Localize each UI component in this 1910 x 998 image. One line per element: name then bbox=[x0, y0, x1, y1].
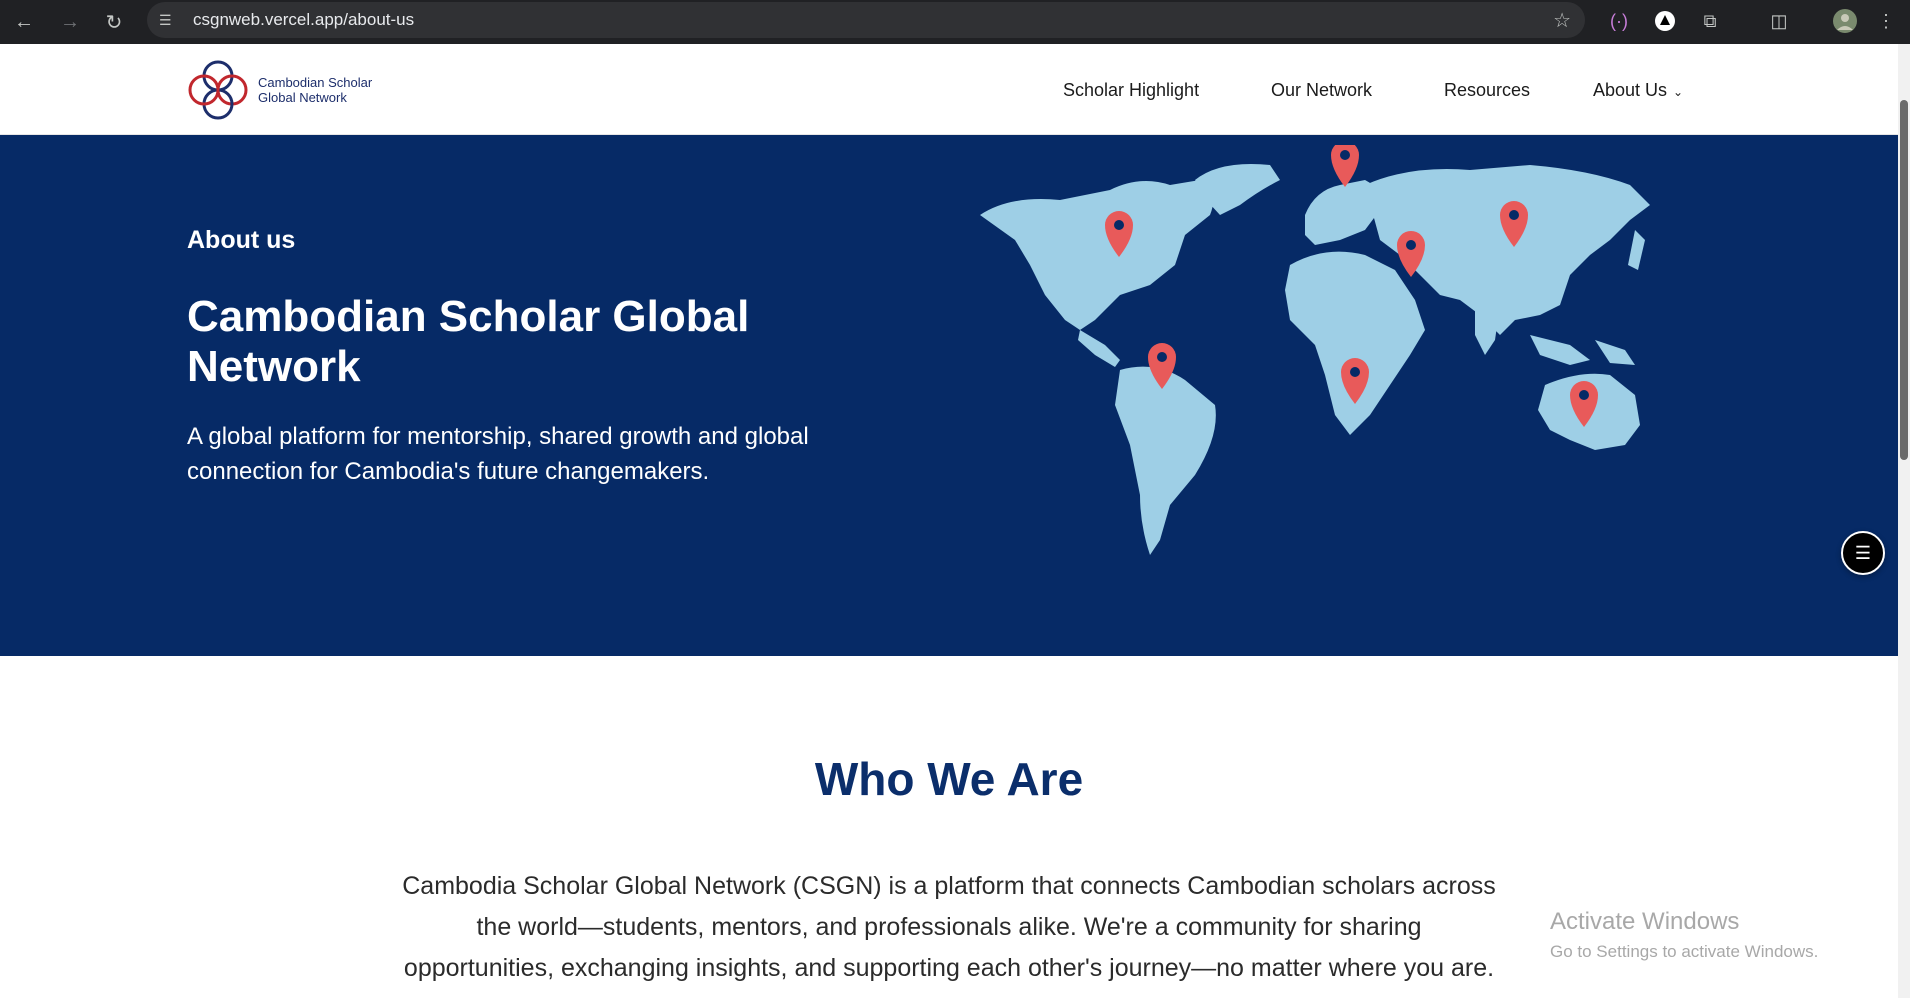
hero-section: About us Cambodian Scholar Global Networ… bbox=[0, 135, 1898, 656]
address-bar[interactable]: ☰ csgnweb.vercel.app/about-us ☆ bbox=[147, 2, 1585, 38]
watermark-line-1: Activate Windows bbox=[1550, 908, 1740, 935]
extensions-puzzle-icon[interactable]: ⧉ bbox=[1695, 6, 1725, 36]
logo-text: Cambodian Scholar Global Network bbox=[258, 75, 372, 105]
nav-scholar-highlight[interactable]: Scholar Highlight bbox=[1063, 80, 1199, 101]
scrollbar-thumb[interactable] bbox=[1900, 100, 1908, 460]
hero-title: Cambodian Scholar Global Network bbox=[187, 292, 750, 391]
nav-resources[interactable]: Resources bbox=[1444, 80, 1530, 101]
bookmark-star-icon[interactable]: ☆ bbox=[1553, 8, 1571, 33]
nav-about-us[interactable]: About Us ⌄ bbox=[1593, 80, 1683, 101]
extension-triangle-icon[interactable] bbox=[1650, 6, 1680, 36]
tab-search-icon[interactable]: ◫ bbox=[1764, 6, 1794, 36]
hero-eyebrow: About us bbox=[187, 226, 296, 254]
arrow-left-icon: ← bbox=[14, 10, 34, 33]
list-settings-icon: ☰ bbox=[1854, 542, 1872, 563]
browser-toolbar: ← → ↻ ☰ csgnweb.vercel.app/about-us ☆ (·… bbox=[0, 0, 1910, 44]
hero-description: A global platform for mentorship, shared… bbox=[187, 423, 809, 485]
url-text[interactable]: csgnweb.vercel.app/about-us bbox=[193, 10, 414, 30]
extension-icon[interactable]: (·) bbox=[1604, 6, 1634, 36]
back-button[interactable]: ← bbox=[4, 2, 44, 42]
watermark-line-2: Go to Settings to activate Windows. bbox=[1550, 942, 1819, 961]
activate-windows-watermark: Activate Windows Go to Settings to activ… bbox=[1550, 908, 1818, 962]
profile-avatar[interactable] bbox=[1830, 6, 1860, 36]
who-we-are-body: Cambodia Scholar Global Network (CSGN) i… bbox=[402, 872, 1496, 982]
arrow-right-icon: → bbox=[60, 10, 80, 33]
who-we-are-title: Who We Are bbox=[814, 753, 1084, 805]
floating-menu-button[interactable]: ☰ bbox=[1841, 531, 1885, 575]
world-map-illustration bbox=[980, 145, 1650, 555]
nav-about-us-label: About Us bbox=[1593, 80, 1668, 100]
reload-button[interactable]: ↻ bbox=[94, 2, 134, 42]
nav-our-network[interactable]: Our Network bbox=[1271, 80, 1372, 101]
menu-kebab-icon[interactable]: ⋮ bbox=[1874, 6, 1898, 36]
pin-europe bbox=[1331, 145, 1359, 187]
logo-line-1: Cambodian Scholar bbox=[258, 75, 373, 90]
site-logo[interactable]: Cambodian Scholar Global Network bbox=[186, 58, 372, 122]
logo-mark-icon bbox=[188, 60, 248, 120]
logo-line-2: Global Network bbox=[258, 90, 347, 105]
forward-button[interactable]: → bbox=[50, 2, 90, 42]
chevron-down-icon: ⌄ bbox=[1673, 85, 1684, 99]
site-header: Cambodian Scholar Global Network Scholar… bbox=[0, 44, 1898, 135]
reload-icon: ↻ bbox=[105, 11, 123, 34]
site-info-icon[interactable]: ☰ bbox=[159, 12, 183, 29]
